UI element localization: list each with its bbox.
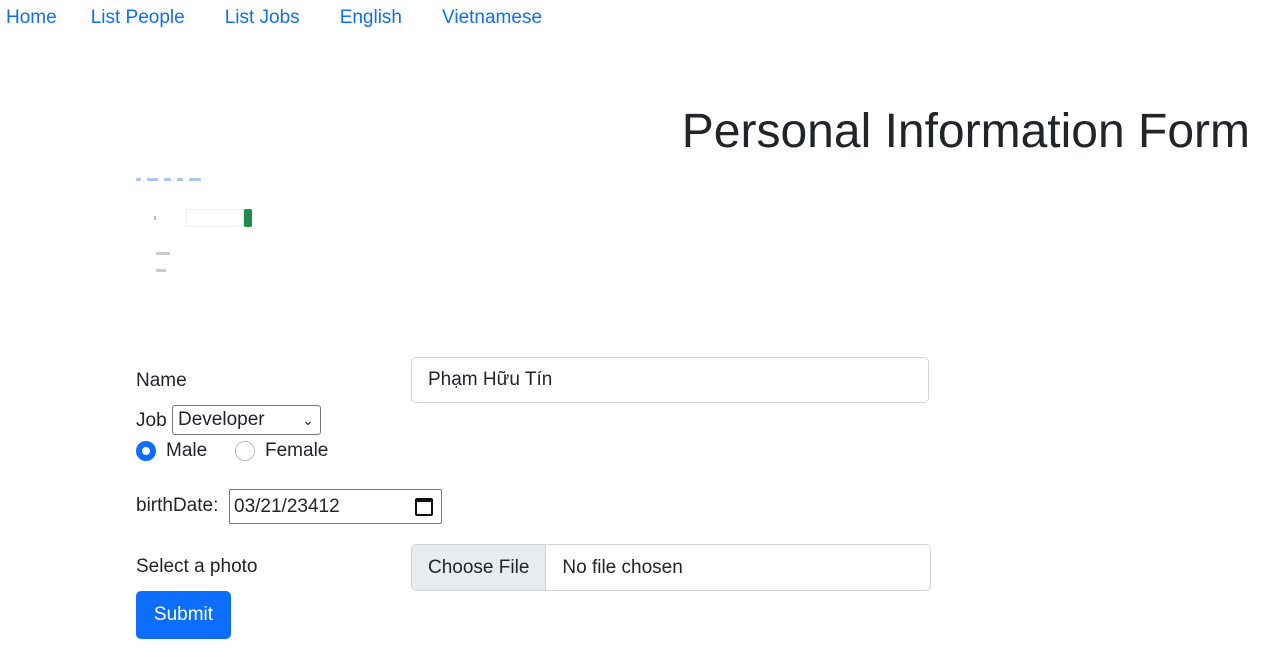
gender-male-radio[interactable] xyxy=(136,441,156,461)
job-select-value: Developer xyxy=(178,409,265,430)
birthdate-label: birthDate: xyxy=(136,495,219,516)
submit-button[interactable]: Submit xyxy=(136,591,231,639)
photo-preview xyxy=(136,172,266,282)
birthdate-value: 03/21/23412 xyxy=(234,495,340,517)
photo-file-input[interactable]: Choose File No file chosen xyxy=(411,544,931,591)
gender-female-label: Female xyxy=(265,440,329,461)
nav-vietnamese[interactable]: Vietnamese xyxy=(442,7,542,29)
nav-list-people[interactable]: List People xyxy=(91,7,185,29)
nav-english[interactable]: English xyxy=(340,7,402,29)
job-select[interactable]: Developer ⌄ xyxy=(172,405,321,435)
name-label: Name xyxy=(136,370,187,391)
page-title: Personal Information Form xyxy=(681,105,1250,158)
top-nav: Home List People List Jobs English Vietn… xyxy=(0,0,582,36)
photo-label: Select a photo xyxy=(136,556,258,577)
gender-female-radio[interactable] xyxy=(235,441,255,461)
gender-male-label: Male xyxy=(166,440,208,461)
birthdate-input[interactable]: 03/21/23412 xyxy=(229,489,442,524)
calendar-icon[interactable] xyxy=(415,497,433,516)
nav-home[interactable]: Home xyxy=(6,7,57,29)
file-status: No file chosen xyxy=(562,556,683,578)
job-label: Job xyxy=(136,410,167,431)
choose-file-button[interactable]: Choose File xyxy=(412,545,547,590)
nav-list-jobs[interactable]: List Jobs xyxy=(225,7,300,29)
chevron-down-icon: ⌄ xyxy=(302,411,314,428)
name-field[interactable] xyxy=(411,357,929,403)
